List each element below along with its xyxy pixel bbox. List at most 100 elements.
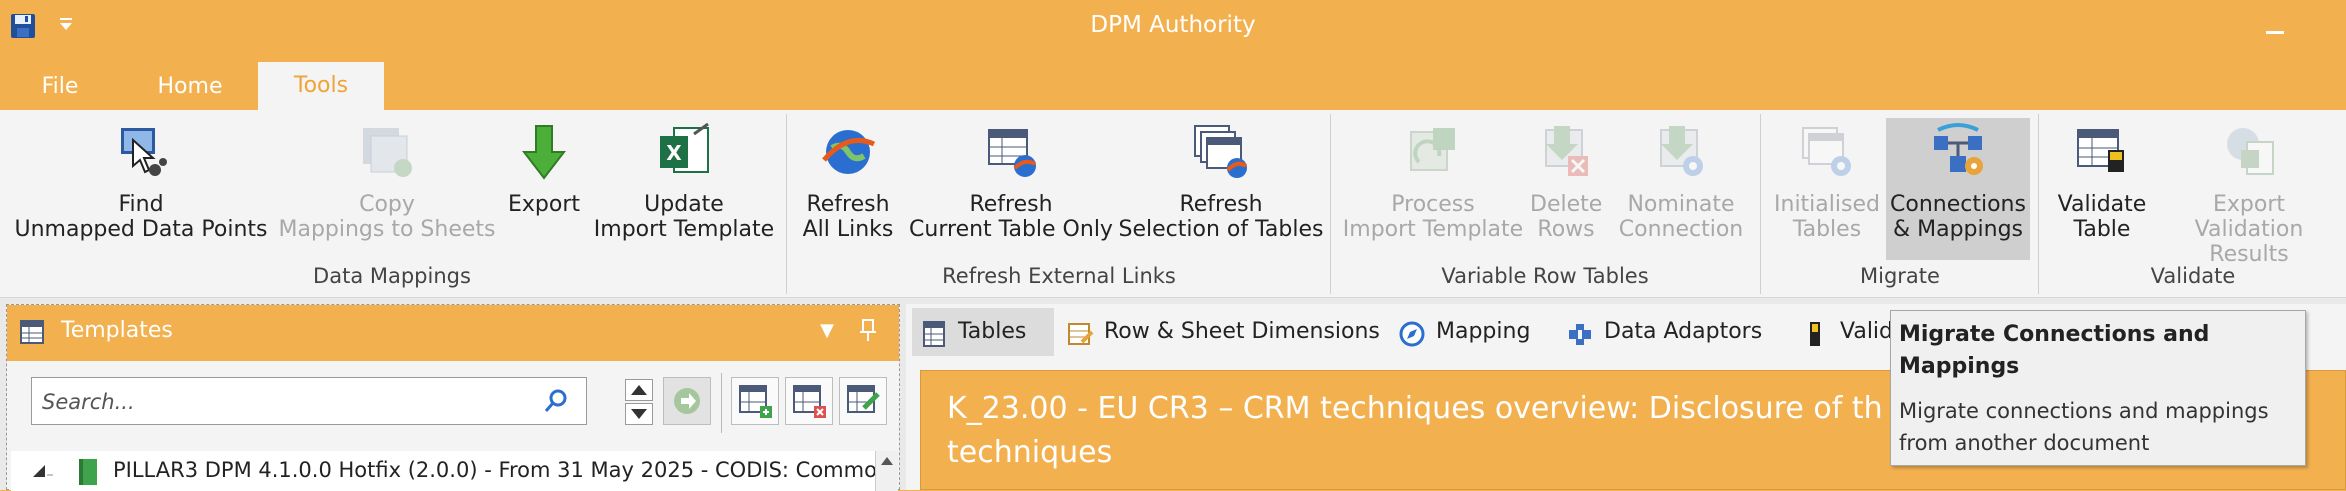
tab-mapping[interactable]: Mapping xyxy=(1390,308,1550,356)
group-label-refresh-links: Refresh External Links xyxy=(942,264,1176,288)
svg-text:X: X xyxy=(666,141,682,165)
group-validate: Validate Table Export Validation Results V… xyxy=(2040,110,2346,297)
update-template-label-2: Import Template xyxy=(593,217,775,242)
initialised-tables-label-2: Tables xyxy=(1792,217,1862,242)
search-box xyxy=(31,377,587,425)
find-unmapped-label-1: Find xyxy=(118,192,164,217)
refresh-selection-label-2: Selection of Tables xyxy=(1118,217,1324,242)
go-arrow-button[interactable] xyxy=(663,377,711,425)
table-title-line2: techniques xyxy=(947,435,1113,470)
refresh-selection-label-1: Refresh xyxy=(1179,192,1263,217)
update-import-template-button[interactable]: X Update Import Template xyxy=(592,110,776,260)
tooltip: Migrate Connections and Mappings Migrate… xyxy=(1890,310,2306,466)
ribbon-tab-tools[interactable]: Tools xyxy=(258,62,384,110)
refresh-all-label-1: Refresh xyxy=(806,192,890,217)
refresh-current-table-button[interactable]: Refresh Current Table Only xyxy=(904,110,1118,260)
copy-mappings-icon xyxy=(357,122,417,182)
initialised-tables-icon xyxy=(1797,122,1857,182)
nominate-connection-button[interactable]: Nominate Connection xyxy=(1608,110,1754,260)
group-label-data-mappings: Data Mappings xyxy=(313,264,471,288)
group-separator xyxy=(1760,114,1761,294)
tab-row-sheet-label: Row & Sheet Dimensions xyxy=(1104,319,1380,344)
templates-panel: Templates ▼ Search... PILLAR3 DPM 4.1.0.… xyxy=(6,304,900,491)
tab-tables-label: Tables xyxy=(958,319,1027,344)
ribbon-tab-file[interactable]: File xyxy=(18,64,102,110)
export-validation-label-2: Validation Results xyxy=(2194,217,2304,267)
table-refresh-icon xyxy=(981,122,1041,182)
connections-mappings-icon xyxy=(1928,122,1988,182)
remove-table-icon[interactable] xyxy=(785,377,833,425)
group-migrate: Initialised Tables Connections & Mappings … xyxy=(1762,110,2038,297)
export-validation-results-button[interactable]: Export Validation Results xyxy=(2152,110,2346,267)
find-unmapped-button[interactable]: Find Unmapped Data Points xyxy=(12,110,270,260)
group-separator xyxy=(2038,114,2039,294)
process-import-template-button[interactable]: Process Import Template xyxy=(1342,110,1524,260)
add-table-icon[interactable] xyxy=(731,377,779,425)
tooltip-title: Migrate Connections and Mappings xyxy=(1899,322,2210,379)
edit-table-icon[interactable] xyxy=(839,377,887,425)
group-variable-row-tables: Process Import Template Delete Rows Nomina… xyxy=(1332,110,1758,297)
group-data-mappings: Find Unmapped Data Points Copy Mappings to… xyxy=(0,110,784,297)
taxonomy-book-icon xyxy=(77,457,99,487)
initialised-tables-button[interactable]: Initialised Tables xyxy=(1770,110,1884,260)
tables-icon xyxy=(920,318,948,347)
delete-rows-icon xyxy=(1536,122,1596,182)
group-refresh-links: Refresh All Links Refresh Current Table On… xyxy=(788,110,1330,297)
tree-scrollbar[interactable] xyxy=(875,451,898,491)
tab-data-adaptors[interactable]: Data Adaptors xyxy=(1558,308,1790,356)
copy-mappings-label-2: Mappings to Sheets xyxy=(278,217,496,242)
export-arrow-icon xyxy=(514,122,574,182)
tables-refresh-icon xyxy=(1191,122,1251,182)
templates-toolbar xyxy=(11,365,891,441)
globe-refresh-icon xyxy=(818,122,878,182)
nominate-connection-label-1: Nominate xyxy=(1627,192,1735,217)
nominate-connection-icon xyxy=(1651,122,1711,182)
connections-mappings-label-1: Connections xyxy=(1890,192,2026,217)
tree-item[interactable]: PILLAR3 DPM 4.1.0.0 Hotfix (2.0.0) - Fro… xyxy=(11,451,898,491)
validation-icon xyxy=(1802,318,1830,346)
toolbar-separator xyxy=(721,373,722,433)
update-template-label-1: Update xyxy=(644,192,724,217)
panel-dropdown-icon[interactable]: ▼ xyxy=(815,319,839,343)
process-template-label-2: Import Template xyxy=(1342,217,1524,242)
validate-table-icon xyxy=(2072,122,2132,182)
find-unmapped-label-2: Unmapped Data Points xyxy=(14,217,268,242)
tree-item-label: PILLAR3 DPM 4.1.0.0 Hotfix (2.0.0) - Fro… xyxy=(113,458,879,482)
adaptor-icon xyxy=(1566,318,1594,346)
refresh-current-label-2: Current Table Only xyxy=(909,217,1113,242)
tab-data-adaptors-label: Data Adaptors xyxy=(1604,319,1763,344)
row-sheet-icon xyxy=(1066,318,1094,346)
validate-table-button[interactable]: Validate Table xyxy=(2056,110,2148,260)
connections-mappings-button[interactable]: Connections & Mappings xyxy=(1886,118,2030,260)
previous-match-button[interactable] xyxy=(625,379,653,401)
export-validation-label-1: Export xyxy=(2212,192,2285,217)
validate-table-label-2: Table xyxy=(2073,217,2131,242)
group-label-validate: Validate xyxy=(2150,264,2236,288)
minimize-button[interactable] xyxy=(2260,14,2290,44)
templates-panel-title: Templates xyxy=(61,318,173,343)
pin-icon[interactable] xyxy=(855,317,881,343)
export-button[interactable]: Export xyxy=(500,110,588,260)
templates-panel-header: Templates ▼ xyxy=(7,305,899,361)
refresh-current-label-1: Refresh xyxy=(969,192,1053,217)
group-separator xyxy=(1330,114,1331,294)
window-title: DPM Authority xyxy=(1090,12,1256,38)
next-match-button[interactable] xyxy=(625,403,653,425)
tab-row-sheet-dimensions[interactable]: Row & Sheet Dimensions xyxy=(1058,308,1382,356)
tab-tables[interactable]: Tables xyxy=(912,308,1054,356)
refresh-selection-button[interactable]: Refresh Selection of Tables xyxy=(1118,110,1324,260)
ribbon-tab-home[interactable]: Home xyxy=(140,64,240,110)
export-label: Export xyxy=(507,192,580,217)
export-validation-icon xyxy=(2219,122,2279,182)
delete-rows-button[interactable]: Delete Rows xyxy=(1530,110,1602,260)
connections-mappings-label-2: & Mappings xyxy=(1892,217,2024,242)
process-template-icon xyxy=(1403,122,1463,182)
search-input[interactable] xyxy=(40,384,524,420)
expand-triangle-icon[interactable] xyxy=(31,463,53,481)
templates-grid-icon xyxy=(19,319,45,345)
search-icon[interactable] xyxy=(542,387,570,415)
table-title-line1: K_23.00 - EU CR3 – CRM techniques overvi… xyxy=(947,391,1883,426)
excel-update-icon: X xyxy=(654,122,714,182)
copy-mappings-button[interactable]: Copy Mappings to Sheets xyxy=(276,110,498,260)
refresh-all-links-button[interactable]: Refresh All Links xyxy=(796,110,900,260)
